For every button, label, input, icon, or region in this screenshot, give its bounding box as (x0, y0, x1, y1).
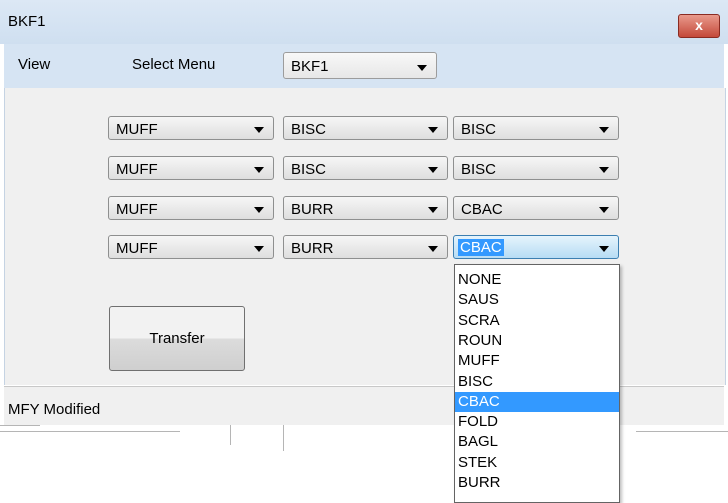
combo-value: MUFF (116, 201, 158, 218)
select-menu-label: Select Menu (132, 56, 216, 73)
combo-r1-c3[interactable]: BISC (453, 116, 619, 140)
combo-r4-c3[interactable]: CBAC (453, 235, 619, 259)
chevron-down-icon (599, 246, 609, 252)
title-bar: BKF1 x (0, 0, 728, 44)
combo-value: BISC (291, 161, 327, 178)
chevron-down-icon (254, 246, 264, 252)
chevron-down-icon (254, 127, 264, 133)
combo-value: BURR (291, 240, 334, 257)
dropdown-option[interactable]: SCRA (455, 311, 619, 331)
combo-value: CBAC (458, 239, 504, 256)
dropdown-option[interactable]: NONE (455, 270, 619, 290)
chevron-down-icon (599, 207, 609, 213)
select-menu-dropdown[interactable]: BKF1 (283, 52, 437, 79)
window-title: BKF1 (8, 13, 46, 30)
dropdown-option[interactable]: MUFF (455, 351, 619, 371)
close-button[interactable]: x (678, 14, 720, 38)
dropdown-option[interactable]: ROUN (455, 331, 619, 351)
combo-value: BISC (461, 161, 497, 178)
combo-r3-c2[interactable]: BURR (283, 196, 448, 220)
chevron-down-icon (599, 167, 609, 173)
chevron-down-icon (428, 246, 438, 252)
dropdown-option[interactable]: BISC (455, 372, 619, 392)
status-text: MFY Modified (8, 401, 101, 418)
combo-value: MUFF (116, 121, 158, 138)
close-icon: x (695, 17, 703, 33)
chevron-down-icon (428, 207, 438, 213)
combo-value: BISC (461, 121, 497, 138)
select-menu-value: BKF1 (291, 58, 329, 75)
dropdown-option[interactable]: BAGL (455, 432, 619, 452)
transfer-button[interactable]: Transfer (109, 306, 245, 371)
combo-value: CBAC (461, 201, 503, 218)
combo-r2-c2[interactable]: BISC (283, 156, 448, 180)
dropdown-option[interactable]: FOLD (455, 412, 619, 432)
combo-r2-c1[interactable]: MUFF (108, 156, 274, 180)
dropdown-list[interactable]: NONE SAUS SCRA ROUN MUFF BISC CBAC FOLD BAGL STEK… (454, 264, 620, 503)
combo-value: MUFF (116, 240, 158, 257)
combo-value: BURR (291, 201, 334, 218)
combo-r3-c1[interactable]: MUFF (108, 196, 274, 220)
chevron-down-icon (428, 127, 438, 133)
dropdown-option[interactable]: CBAC (455, 391, 619, 412)
chevron-down-icon (599, 127, 609, 133)
dropdown-option[interactable]: STEK (455, 453, 619, 473)
combo-r1-c2[interactable]: BISC (283, 116, 448, 140)
combo-r3-c3[interactable]: CBAC (453, 196, 619, 220)
chevron-down-icon (254, 167, 264, 173)
combo-value: MUFF (116, 161, 158, 178)
combo-r4-c1[interactable]: MUFF (108, 235, 274, 259)
chevron-down-icon (417, 65, 427, 71)
combo-r4-c2[interactable]: BURR (283, 235, 448, 259)
chevron-down-icon (428, 167, 438, 173)
combo-value: BISC (291, 121, 327, 138)
combo-r2-c3[interactable]: BISC (453, 156, 619, 180)
dropdown-option[interactable]: SAUS (455, 290, 619, 310)
menu-bar: View Select Menu BKF1 (4, 44, 724, 88)
combo-r1-c1[interactable]: MUFF (108, 116, 274, 140)
menu-view[interactable]: View (18, 56, 50, 73)
chevron-down-icon (254, 207, 264, 213)
dropdown-option[interactable]: BURR (455, 473, 619, 493)
